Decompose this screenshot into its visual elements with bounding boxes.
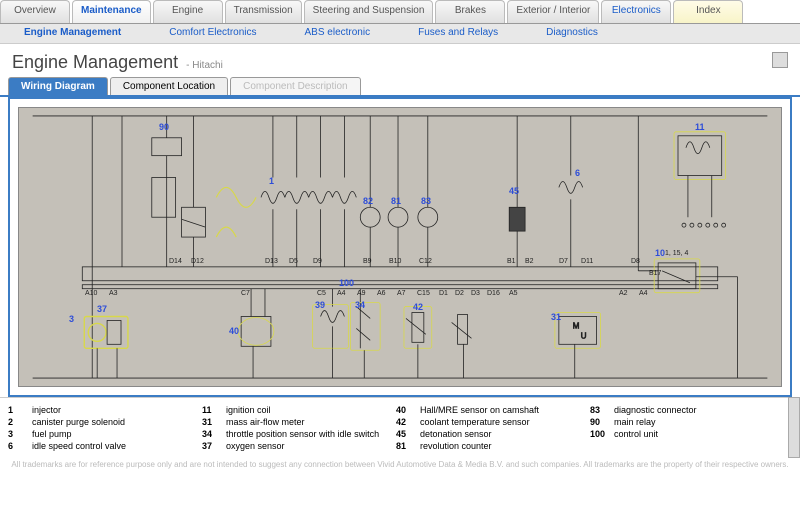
subtab-engine-management[interactable]: Engine Management <box>0 24 145 43</box>
svg-text:M: M <box>573 321 580 330</box>
legend-row: 42coolant temperature sensor <box>396 416 586 428</box>
tab-maintenance[interactable]: Maintenance <box>72 0 151 23</box>
subtab-diagnostics[interactable]: Diagnostics <box>522 24 622 43</box>
tab-exterior-interior[interactable]: Exterior / Interior <box>507 0 599 23</box>
legend-row: 37oxygen sensor <box>202 440 392 452</box>
legend-row: 81revolution counter <box>396 440 586 452</box>
tab-overview[interactable]: Overview <box>0 0 70 23</box>
label-90: 90 <box>159 122 169 132</box>
label-31: 31 <box>551 312 561 322</box>
tab-steering-and-suspension[interactable]: Steering and Suspension <box>304 0 434 23</box>
diagram-container: MU 90 11 82 81 83 45 6 10 100 3 37 40 39… <box>8 97 792 397</box>
label-11: 11 <box>695 122 705 132</box>
legend-row: 2canister purge solenoid <box>8 416 198 428</box>
label-39: 39 <box>315 300 325 310</box>
collapse-button[interactable] <box>772 52 788 68</box>
label-45: 45 <box>509 186 519 196</box>
component-legend: 1injector2canister purge solenoid3fuel p… <box>0 397 788 458</box>
content-tab-wiring-diagram[interactable]: Wiring Diagram <box>8 77 108 95</box>
legend-row: 90main relay <box>590 416 780 428</box>
subtab-abs-electronic[interactable]: ABS electronic <box>281 24 395 43</box>
wiring-diagram[interactable]: MU 90 11 82 81 83 45 6 10 100 3 37 40 39… <box>18 107 782 387</box>
legend-row: 3fuel pump <box>8 428 198 440</box>
svg-text:U: U <box>581 331 587 340</box>
content-tab-component-location[interactable]: Component Location <box>110 77 228 95</box>
label-100: 100 <box>339 278 354 288</box>
label-37: 37 <box>97 304 107 314</box>
sub-nav: Engine ManagementComfort ElectronicsABS … <box>0 24 800 44</box>
legend-row: 6idle speed control valve <box>8 440 198 452</box>
content-tab-component-description: Component Description <box>230 77 361 95</box>
tab-transmission[interactable]: Transmission <box>225 0 302 23</box>
label-1: 1 <box>269 176 274 186</box>
page-subtitle: - Hitachi <box>186 60 223 71</box>
content-tabs: Wiring DiagramComponent LocationComponen… <box>0 77 800 97</box>
legend-scrollbar[interactable] <box>788 397 800 458</box>
legend-row: 100control unit <box>590 428 780 440</box>
legend-row: 40Hall/MRE sensor on camshaft <box>396 404 586 416</box>
legend-row: 11ignition coil <box>202 404 392 416</box>
tab-brakes[interactable]: Brakes <box>435 0 505 23</box>
label-40: 40 <box>229 326 239 336</box>
legend-row: 45detonation sensor <box>396 428 586 440</box>
subtab-fuses-and-relays[interactable]: Fuses and Relays <box>394 24 522 43</box>
main-tabs: OverviewMaintenanceEngineTransmissionSte… <box>0 0 800 24</box>
legend-row: 31mass air-flow meter <box>202 416 392 428</box>
label-83: 83 <box>421 196 431 206</box>
label-82: 82 <box>363 196 373 206</box>
legend-row: 1injector <box>8 404 198 416</box>
legend-row: 34throttle position sensor with idle swi… <box>202 428 392 440</box>
page-title: Engine Management <box>12 52 178 73</box>
label-10: 10 <box>655 248 665 258</box>
tab-electronics[interactable]: Electronics <box>601 0 671 23</box>
subtab-comfort-electronics[interactable]: Comfort Electronics <box>145 24 280 43</box>
label-34: 34 <box>355 300 365 310</box>
label-6: 6 <box>575 168 580 178</box>
footer-disclaimer: All trademarks are for reference purpose… <box>0 458 800 471</box>
tab-index[interactable]: Index <box>673 0 743 23</box>
legend-row: 83diagnostic connector <box>590 404 780 416</box>
label-3: 3 <box>69 314 74 324</box>
tab-engine[interactable]: Engine <box>153 0 223 23</box>
label-42: 42 <box>413 302 423 312</box>
label-81: 81 <box>391 196 401 206</box>
